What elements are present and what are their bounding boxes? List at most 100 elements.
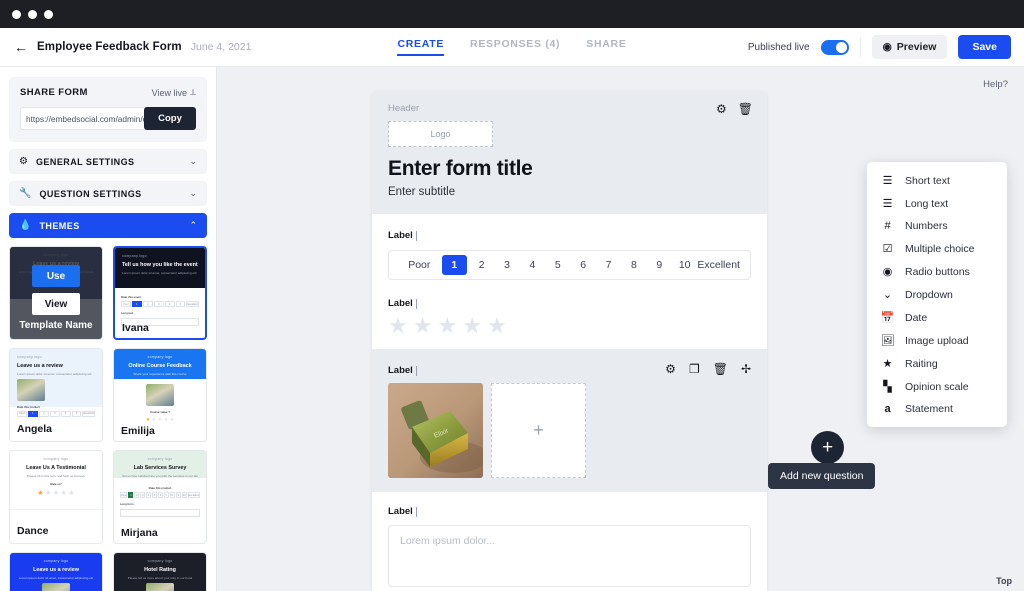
theme-use-button[interactable]: Use [32,265,80,287]
theme-card[interactable]: company logo Lab Services Survey Tell us… [113,450,207,544]
menu-item-image-upload[interactable]: 🖼 Image upload [867,329,1007,352]
menu-item-short-text[interactable]: ☰ Short text [867,169,1007,192]
window-maximize-dot[interactable] [44,9,53,19]
window-minimize-dot[interactable] [28,9,37,19]
theme-card[interactable]: company logo Leave us a review Lorem ips… [9,348,103,442]
form-title-input[interactable]: Enter form title [388,157,751,181]
theme-preview-body: Course value ? ★ ★ ★ ★ ★ [114,379,206,425]
question-label[interactable]: Label [388,298,751,309]
sidebar-item-themes[interactable]: 💧 THEMES ⌃ [9,213,207,238]
scale-value-2[interactable]: 2 [469,259,494,271]
star-icon: ★ [151,417,157,423]
menu-item-label: Image upload [905,334,969,347]
duplicate-icon[interactable]: ❐ [689,362,700,376]
scale-value-9[interactable]: 9 [647,259,672,271]
short-text-icon: ☰ [882,175,893,187]
app-topbar: ← Employee Feedback Form June 4, 2021 CR… [0,28,1024,67]
gear-icon[interactable]: ⚙ [716,102,727,116]
trash-icon[interactable]: 🗑 [738,102,753,116]
theme-view-button[interactable]: View [32,293,80,315]
theme-question-label: Rate us* [50,481,62,486]
star-icon[interactable]: ★ [413,315,433,337]
form-subtitle-input[interactable]: Enter subtitle [388,186,751,198]
menu-item-date[interactable]: 📅 Date [867,306,1007,329]
window-close-dot[interactable] [12,9,21,19]
trash-icon[interactable]: 🗑 [713,362,728,376]
menu-item-label: Radio buttons [905,265,970,278]
theme-scale-cell: 8 [169,492,175,498]
scale-value-1[interactable]: 1 [441,255,467,275]
scale-value-5[interactable]: 5 [545,259,570,271]
star-icon: ★ [882,358,893,370]
theme-card[interactable]: company logo Online Course Feedback Shar… [113,348,207,442]
theme-preview-image [42,582,70,591]
menu-item-statement[interactable]: a Statement [867,398,1007,420]
menu-item-numbers[interactable]: # Numbers [867,215,1007,237]
star-icon[interactable]: ★ [437,315,457,337]
chevron-up-icon: ⌃ [189,220,197,230]
question-image-upload[interactable]: Label ⚙ ❐ 🗑 ✢ Elixir + [372,349,767,492]
scale-value-10[interactable]: 10 [672,259,697,271]
help-link[interactable]: Help? [983,79,1008,90]
menu-item-opinion-scale[interactable]: ▚ Opinion scale [867,375,1007,398]
question-rating[interactable]: Label ★ ★ ★ ★ ★ [372,284,767,341]
copy-button[interactable]: Copy [144,107,196,130]
menu-item-radio-buttons[interactable]: ◉ Radio buttons [867,260,1007,283]
star-icon[interactable]: ★ [388,315,408,337]
uploaded-image-thumbnail[interactable]: Elixir [388,383,483,478]
theme-scale-cell: 5 [152,492,158,498]
question-label[interactable]: Label [388,506,751,517]
scale-value-7[interactable]: 7 [596,259,621,271]
radio-icon: ◉ [882,266,893,278]
tab-share[interactable]: SHARE [586,38,626,56]
question-opinion-scale[interactable]: Label Poor 1 2 3 4 5 6 7 8 9 10 Excellen… [372,214,767,284]
theme-scale-row: Poor 1 2 3 4 5 Excellent [17,410,95,417]
theme-card[interactable]: company logo Tell us how you like the ev… [113,246,207,340]
theme-card[interactable]: company logo Leave us a review Lorem ips… [9,552,103,591]
menu-item-raiting[interactable]: ★ Raiting [867,352,1007,375]
theme-logo-text: company logo [147,457,173,461]
theme-card[interactable]: company logo Hotel Rating Please tell us… [113,552,207,591]
add-question-tooltip: Add new question [768,463,876,489]
theme-name: Emilija [121,425,155,437]
scale-value-8[interactable]: 8 [621,259,646,271]
long-text-input[interactable]: Lorem ipsum dolor... [388,525,751,587]
tab-create[interactable]: CREATE [397,38,444,56]
question-label[interactable]: Label [388,230,751,241]
share-url-input[interactable]: https://embedsocial.com/admin/edit_v [20,107,154,130]
scale-value-6[interactable]: 6 [570,259,595,271]
menu-item-long-text[interactable]: ☰ Long text [867,192,1007,215]
tab-responses[interactable]: RESPONSES (4) [470,38,560,56]
star-icon: ★ [145,417,151,423]
menu-item-label: Short text [905,174,950,187]
theme-scale-cell: 3 [153,301,164,307]
sidebar-item-question-settings[interactable]: 🔧 QUESTION SETTINGS ⌄ [9,181,207,206]
menu-item-multiple-choice[interactable]: ☑ Multiple choice [867,237,1007,260]
scroll-to-top-link[interactable]: Top [996,576,1012,586]
scale-value-4[interactable]: 4 [520,259,545,271]
add-image-button[interactable]: + [491,383,586,478]
rating-stars-row: ★ ★ ★ ★ ★ [388,315,751,337]
scale-value-3[interactable]: 3 [494,259,519,271]
theme-card[interactable]: company logo Leave us a review Lorem ips… [9,246,103,340]
window-titlebar [0,0,1024,28]
theme-scale-cell: Poor [120,492,128,498]
menu-item-dropdown[interactable]: ⌄ Dropdown [867,283,1007,306]
theme-card[interactable]: company logo Leave Us A Testimonial Plea… [9,450,103,544]
question-settings-label: QUESTION SETTINGS [39,188,142,199]
star-icon[interactable]: ★ [462,315,482,337]
view-live-link[interactable]: View live ⟂ [152,87,196,98]
theme-logo-text: company logo [43,559,69,563]
general-settings-label: GENERAL SETTINGS [35,156,135,167]
move-icon[interactable]: ✢ [741,362,751,376]
add-question-fab[interactable]: + [811,431,844,464]
star-icon[interactable]: ★ [487,315,507,337]
theme-name: Ivana [122,322,149,334]
logo-upload-placeholder[interactable]: Logo [388,121,493,147]
form-header-block[interactable]: Header ⚙ 🗑 Logo Enter form title Enter s… [372,91,767,214]
theme-scale-cell: 4 [60,410,71,417]
question-long-text[interactable]: Label Lorem ipsum dolor... [372,492,767,591]
sidebar-item-general-settings[interactable]: ⚙ GENERAL SETTINGS ⌄ [9,149,207,174]
published-live-toggle[interactable] [820,39,849,55]
gear-icon[interactable]: ⚙ [665,362,676,376]
